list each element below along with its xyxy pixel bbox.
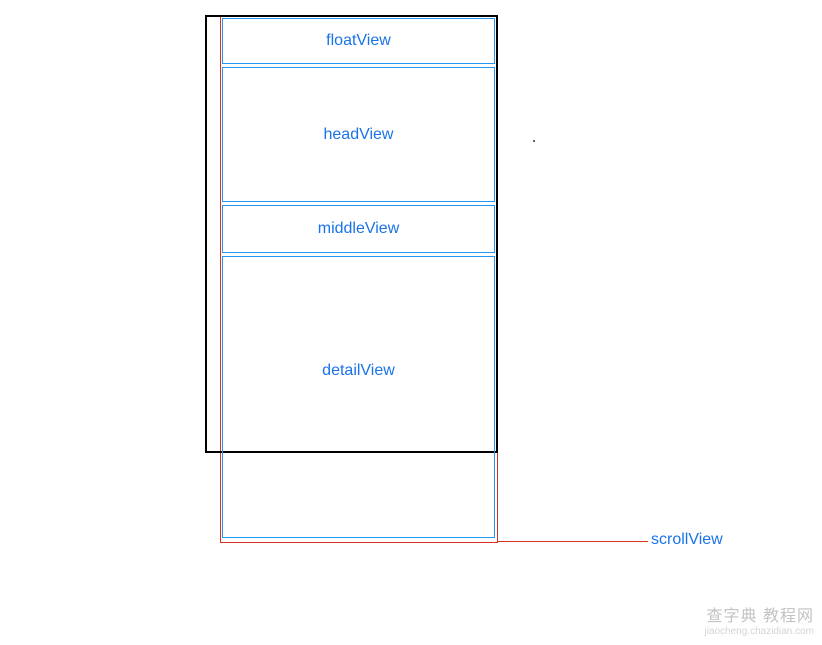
decorative-dot bbox=[533, 140, 535, 142]
scrollview-label: scrollView bbox=[651, 531, 723, 549]
watermark-text-sub: jiaocheng.chazidian.com bbox=[704, 626, 814, 637]
detailview-box: detailView bbox=[222, 256, 495, 538]
middleview-box: middleView bbox=[222, 205, 495, 253]
scrollview-leader-line bbox=[498, 541, 648, 542]
middleview-label: middleView bbox=[318, 220, 400, 238]
headview-label: headView bbox=[324, 126, 394, 144]
watermark-text-top: 查字典 教程网 bbox=[704, 602, 814, 626]
floatview-label: floatView bbox=[326, 32, 391, 50]
detailview-label: detailView bbox=[322, 362, 395, 380]
watermark: 查字典 教程网 jiaocheng.chazidian.com bbox=[704, 602, 814, 637]
floatview-box: floatView bbox=[222, 18, 495, 64]
layout-diagram: floatView headView middleView detailView bbox=[205, 15, 490, 540]
headview-box: headView bbox=[222, 67, 495, 202]
